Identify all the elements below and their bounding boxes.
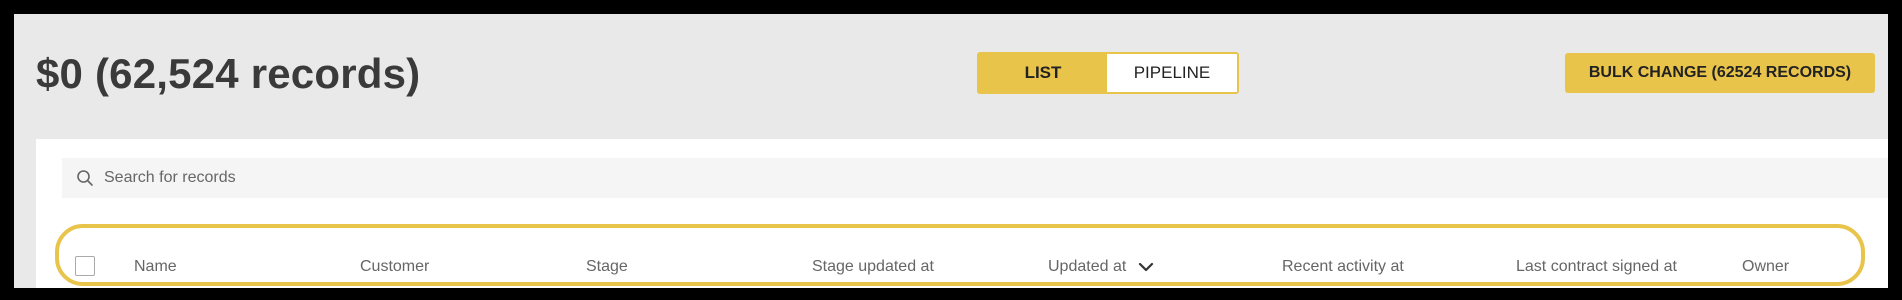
search-bar (62, 158, 1888, 198)
page-title: $0 (62,524 records) (36, 50, 421, 97)
column-header-stage[interactable]: Stage (586, 258, 628, 276)
column-header-recent-activity-at[interactable]: Recent activity at (1282, 258, 1404, 276)
table-header-row: Name Customer Stage Stage updated at Upd… (14, 252, 1888, 282)
column-header-customer[interactable]: Customer (360, 258, 429, 276)
select-all-checkbox[interactable] (75, 256, 95, 276)
column-header-owner[interactable]: Owner (1742, 258, 1789, 276)
bulk-change-button[interactable]: BULK CHANGE (62524 RECORDS) (1565, 53, 1875, 93)
column-header-updated-at[interactable]: Updated at (1048, 258, 1154, 276)
column-header-last-contract-signed-at[interactable]: Last contract signed at (1516, 258, 1677, 276)
column-header-updated-at-label: Updated at (1048, 258, 1127, 275)
list-view-button[interactable]: LIST (979, 54, 1107, 92)
column-header-name[interactable]: Name (134, 258, 177, 276)
pipeline-view-button[interactable]: PIPELINE (1107, 54, 1237, 92)
column-header-stage-updated-at[interactable]: Stage updated at (812, 258, 934, 276)
view-toggle: LIST PIPELINE (977, 52, 1239, 94)
chevron-down-icon[interactable] (1138, 262, 1154, 272)
search-icon (76, 169, 94, 187)
search-input[interactable] (102, 168, 606, 188)
app-frame: $0 (62,524 records) LIST PIPELINE BULK C… (14, 14, 1888, 288)
